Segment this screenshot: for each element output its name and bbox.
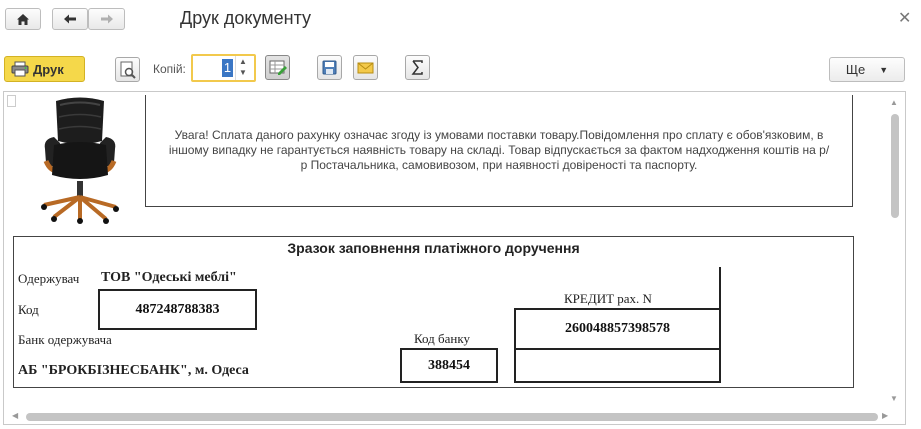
- chevron-down-icon: ▼: [879, 64, 889, 75]
- print-button[interactable]: Друк: [4, 56, 85, 82]
- recipient-label: Одержувач: [18, 271, 80, 286]
- edit-table-button[interactable]: [265, 55, 290, 80]
- scroll-left-icon[interactable]: ◀: [12, 411, 18, 420]
- payment-sample-title: Зразок заповнення платіжного доручення: [287, 240, 580, 256]
- bank-code-value: 388454: [400, 348, 498, 383]
- scroll-up-icon[interactable]: ▲: [890, 98, 898, 107]
- office-chair-image: [41, 97, 119, 224]
- arrow-right-icon: [100, 14, 113, 24]
- home-icon: [17, 13, 29, 25]
- code-value: 487248788383: [98, 289, 257, 330]
- sum-button[interactable]: [405, 55, 430, 80]
- more-label: Ще: [845, 62, 866, 77]
- recipient-value: ТОВ "Одеські меблі": [101, 270, 237, 285]
- payment-notice: Увага! Сплата даного рахунку означає зго…: [145, 95, 853, 207]
- preview-button[interactable]: [115, 57, 140, 82]
- copies-stepper[interactable]: 1 ▲ ▼: [191, 54, 256, 82]
- page-preview-icon: [120, 61, 136, 79]
- window-title: Друк документу: [180, 8, 312, 28]
- copies-label: Копій:: [153, 62, 186, 76]
- copies-value[interactable]: 1: [222, 59, 233, 77]
- more-menu-button[interactable]: Ще ▼: [829, 57, 905, 82]
- decrement-icon[interactable]: ▼: [239, 68, 247, 77]
- send-email-button[interactable]: [353, 55, 378, 80]
- arrow-left-icon: [64, 14, 76, 24]
- bank-label: Банк одержувача: [18, 332, 112, 347]
- print-button-label: Друк: [33, 61, 64, 77]
- vertical-scrollbar[interactable]: [891, 114, 899, 218]
- close-icon[interactable]: ✕: [898, 8, 911, 28]
- envelope-icon: [357, 62, 374, 74]
- credit-label: КРЕДИТ рах. N: [564, 291, 652, 306]
- document-preview[interactable]: Увага! Сплата даного рахунку означає зго…: [3, 91, 906, 425]
- increment-icon[interactable]: ▲: [239, 57, 247, 66]
- sigma-icon: [411, 60, 423, 75]
- save-button[interactable]: [317, 55, 342, 80]
- back-button[interactable]: [52, 8, 88, 30]
- forward-button[interactable]: [88, 8, 125, 30]
- credit-empty-cell: [514, 348, 721, 383]
- home-button[interactable]: [5, 8, 41, 30]
- payment-sample: Зразок заповнення платіжного доручення О…: [13, 236, 854, 388]
- horizontal-scrollbar[interactable]: [26, 413, 878, 421]
- scroll-down-icon[interactable]: ▼: [890, 394, 898, 403]
- code-label: Код: [18, 302, 39, 317]
- bank-code-label: Код банку: [414, 331, 470, 346]
- edit-table-icon: [269, 60, 287, 75]
- printer-icon: [11, 61, 29, 77]
- bank-value: АБ "БРОКБІЗНЕСБАНК", м. Одеса: [18, 363, 249, 378]
- floppy-disk-icon: [322, 60, 337, 75]
- scroll-right-icon[interactable]: ▶: [882, 411, 888, 420]
- credit-value: 260048857398578: [514, 308, 721, 350]
